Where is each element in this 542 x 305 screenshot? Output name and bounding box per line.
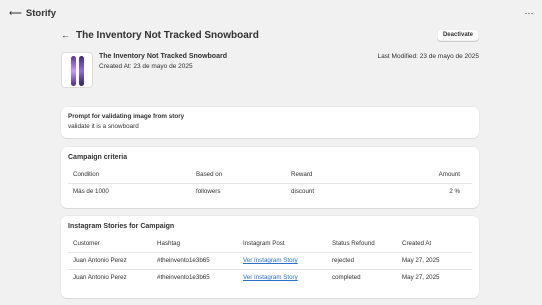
product-thumbnail	[61, 52, 93, 88]
instagram-stories-card: Instagram Stories for Campaign Customer …	[61, 216, 479, 298]
table-cell: Juan Antonio Perez	[73, 257, 127, 264]
column-header: Reward	[291, 170, 313, 178]
campaign-criteria-card: Campaign criteria Condition Based on Rew…	[61, 147, 479, 208]
app-header: ⟵ Storify ⋯	[0, 0, 542, 26]
back-button-icon[interactable]: ←	[61, 30, 70, 40]
deactivate-button[interactable]: Deactivate	[436, 29, 479, 41]
app-title: Storify	[25, 7, 56, 19]
table-row: Juan Antonio Perez #theinvento1e3b65 Ver…	[68, 269, 472, 286]
table-cell: 2 %	[449, 188, 460, 196]
page-header-left: ← The Inventory Not Tracked Snowboard	[61, 30, 259, 41]
column-header: Condition	[73, 170, 100, 178]
instagram-stories-table: Customer Hashtag Instagram Post Status R…	[68, 235, 472, 286]
table-cell: Juan Antonio Perez	[73, 274, 127, 282]
instagram-story-link[interactable]: Ver Instagram Story	[243, 257, 298, 264]
back-arrow-icon[interactable]: ⟵	[9, 8, 22, 18]
table-cell: discount	[291, 188, 315, 196]
campaign-criteria-title: Campaign criteria	[68, 154, 128, 161]
product-text: The Inventory Not Tracked Snowboard Crea…	[99, 52, 227, 92]
product-summary: The Inventory Not Tracked Snowboard Crea…	[61, 52, 479, 92]
table-cell: Ver Instagram Story	[243, 269, 332, 286]
table-cell: completed	[332, 274, 361, 282]
prompt-card: Prompt for validating image from story v…	[61, 107, 479, 138]
product-info: The Inventory Not Tracked Snowboard Crea…	[61, 52, 227, 92]
table-header-row: Customer Hashtag Instagram Post Status R…	[68, 235, 472, 252]
table-row: Más de 1000 followers discount 2 %	[68, 183, 472, 200]
column-header: Based on	[196, 170, 223, 178]
table-cell: followers	[196, 188, 221, 196]
instagram-story-link[interactable]: Ver Instagram Story	[243, 274, 298, 281]
table-cell: #theinvento1e3b65	[157, 257, 210, 264]
snowboard-image-right	[79, 56, 84, 86]
app-header-left: ⟵ Storify	[9, 8, 56, 19]
table-cell: May 27, 2025	[402, 274, 440, 282]
table-header-row: Condition Based on Reward Amount	[68, 166, 472, 183]
product-created-at: Created At: 23 de mayo de 2025	[99, 63, 193, 70]
prompt-value: validate it is a snowboard	[68, 123, 139, 130]
table-cell: May 27, 2025	[402, 257, 440, 264]
column-header: Instagram Post	[243, 239, 285, 247]
column-header: Status Refound	[332, 239, 375, 247]
product-name: The Inventory Not Tracked Snowboard	[99, 53, 227, 60]
table-cell: #theinvento1e3b65	[157, 274, 210, 282]
column-header: Created At	[402, 239, 432, 247]
instagram-stories-title: Instagram Stories for Campaign	[68, 223, 175, 230]
table-row: Juan Antonio Perez #theinvento1e3b65 Ver…	[68, 252, 472, 269]
campaign-criteria-table: Condition Based on Reward Amount Más de …	[68, 166, 472, 200]
page-title: The Inventory Not Tracked Snowboard	[76, 29, 259, 41]
product-last-modified: Last Modified: 23 de mayo de 2025	[377, 53, 479, 60]
table-cell: rejected	[332, 257, 355, 264]
column-header: Hashtag	[157, 239, 181, 247]
column-header: Amount	[438, 170, 460, 178]
page-header: ← The Inventory Not Tracked Snowboard De…	[61, 27, 479, 43]
snowboard-image-left	[71, 56, 76, 86]
table-cell: Más de 1000	[73, 188, 109, 196]
table-cell: Ver Instagram Story	[243, 252, 332, 269]
more-options-icon[interactable]: ⋯	[525, 8, 535, 19]
column-header: Customer	[73, 239, 100, 247]
prompt-heading: Prompt for validating image from story	[68, 113, 185, 120]
